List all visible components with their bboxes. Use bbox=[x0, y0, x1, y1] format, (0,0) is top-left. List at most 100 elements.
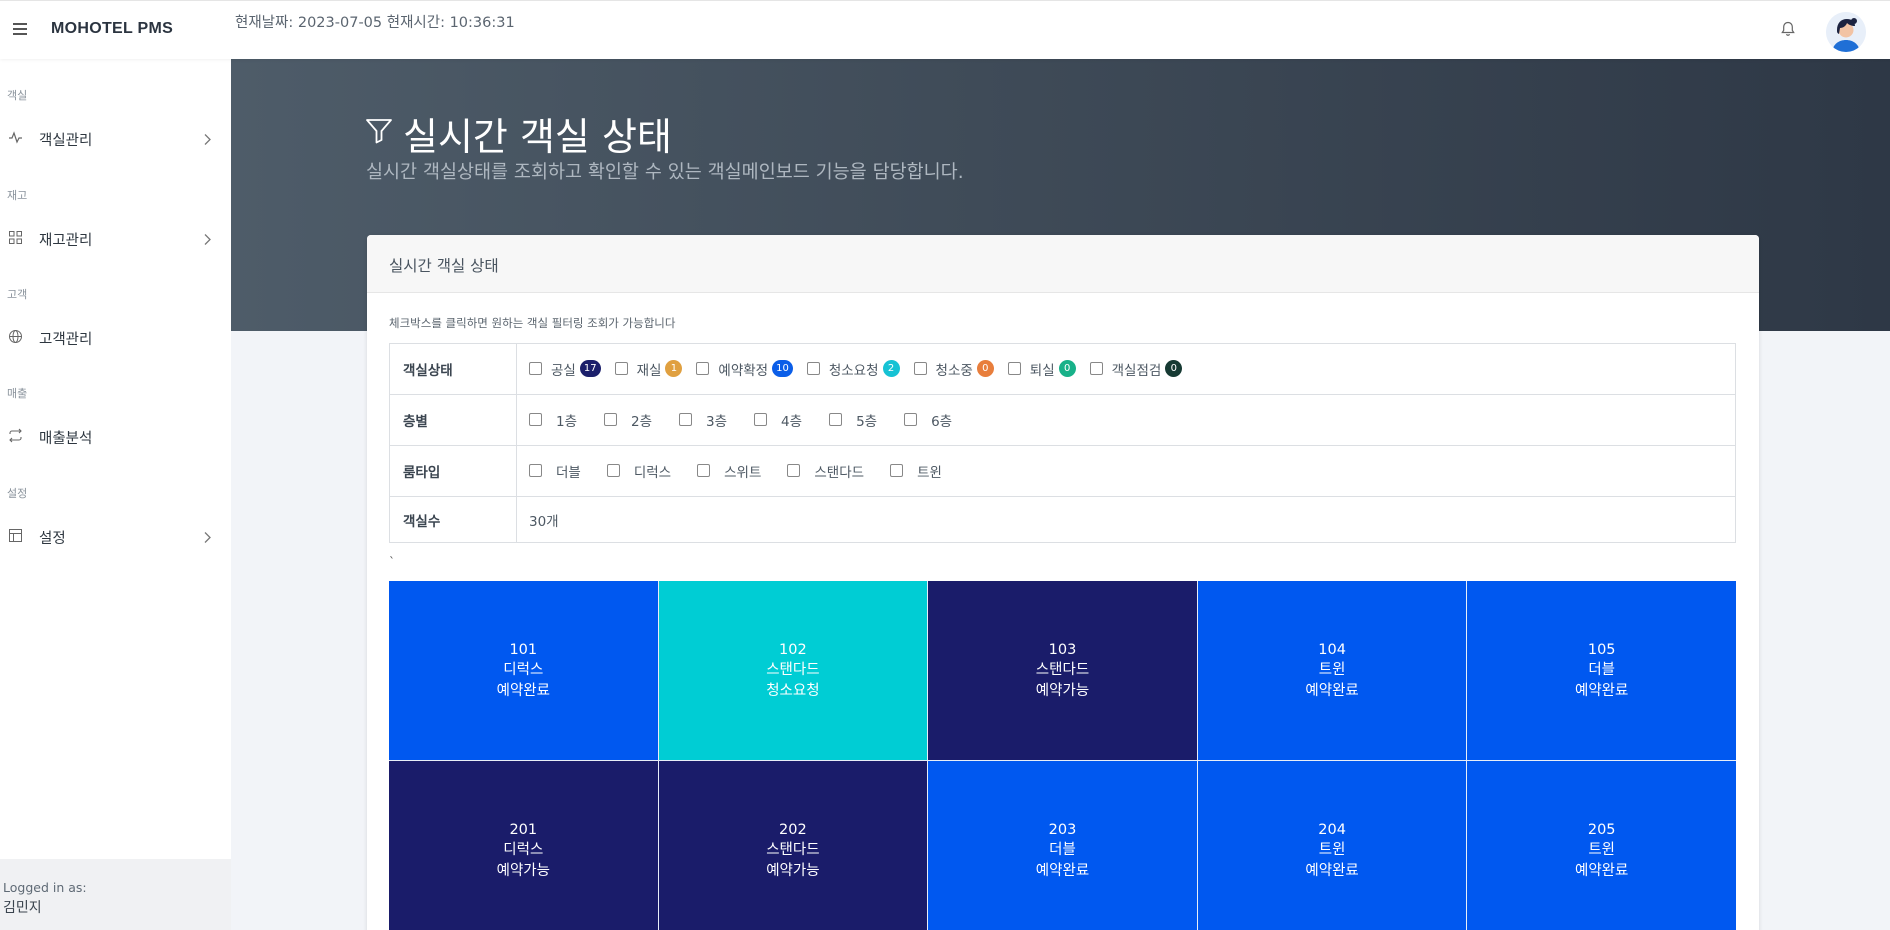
top-bar: MOHOTEL PMS 현재날짜: 2023-07-05 현재시간: 10:36… bbox=[0, 0, 1890, 59]
sidebar-item-customers[interactable]: 고객관리 bbox=[0, 322, 231, 352]
room-tile[interactable]: 102 스탠다드 청소요청 bbox=[658, 581, 928, 760]
repeat-icon bbox=[8, 428, 23, 443]
brand-title[interactable]: MOHOTEL PMS bbox=[51, 20, 173, 38]
status-filter-option[interactable]: 청소요청 2 bbox=[806, 359, 900, 379]
status-option-label: 청소중 bbox=[935, 362, 973, 379]
room-status: 예약완료 bbox=[1305, 862, 1359, 879]
status-option-label: 퇴실 bbox=[1029, 362, 1055, 379]
roomtype-filter-option[interactable]: 트윈 bbox=[890, 461, 946, 481]
filter-row-roomtype: 룸타입 더블 디럭스 스위트 스탠다드 트윈 bbox=[389, 445, 1736, 497]
status-filter-option[interactable]: 객실점검 0 bbox=[1089, 359, 1183, 379]
floor-filter-option[interactable]: 4층 bbox=[754, 410, 806, 430]
floor-checkbox[interactable] bbox=[829, 413, 843, 427]
roomtype-checkbox[interactable] bbox=[890, 464, 904, 478]
status-checkbox[interactable] bbox=[614, 362, 628, 376]
roomtype-option-label: 더블 bbox=[556, 464, 581, 481]
status-filter-option[interactable]: 퇴실 0 bbox=[1007, 359, 1076, 379]
floor-checkbox[interactable] bbox=[904, 413, 918, 427]
sidebar-section-title: 설정 bbox=[7, 487, 28, 500]
status-filter-option[interactable]: 청소중 0 bbox=[913, 359, 994, 379]
roomtype-checkbox[interactable] bbox=[529, 464, 542, 478]
status-checkbox[interactable] bbox=[696, 362, 710, 376]
roomtype-checkbox[interactable] bbox=[787, 464, 801, 478]
chevron-right-icon bbox=[203, 131, 212, 145]
roomtype-filter-option[interactable]: 스탠다드 bbox=[787, 461, 868, 481]
status-option-label: 공실 bbox=[551, 362, 576, 379]
roomtype-filter-option[interactable]: 디럭스 bbox=[606, 461, 675, 481]
status-filter-option[interactable]: 예약확정 10 bbox=[696, 359, 793, 379]
floor-filter-option[interactable]: 5층 bbox=[829, 410, 881, 430]
roomtype-checkbox[interactable] bbox=[697, 464, 711, 478]
hamburger-menu-icon[interactable] bbox=[13, 23, 27, 35]
status-count-badge: 10 bbox=[772, 360, 793, 378]
room-number: 104 bbox=[1318, 641, 1346, 658]
floor-checkbox[interactable] bbox=[529, 413, 542, 427]
sidebar-item-rooms[interactable]: 객실관리 bbox=[0, 123, 231, 153]
sidebar-item-sales[interactable]: 매출분석 bbox=[0, 421, 231, 451]
logged-in-label: Logged in as: bbox=[3, 880, 87, 895]
sidebar-section-title: 고객 bbox=[7, 288, 28, 301]
sidebar-item-inventory[interactable]: 재고관리 bbox=[0, 223, 231, 253]
status-checkbox[interactable] bbox=[806, 362, 820, 376]
floor-filter-option[interactable]: 1층 bbox=[529, 410, 581, 430]
room-grid: 101 디럭스 예약완료 102 스탠다드 청소요청 103 스탠다드 예약가능 104 트윈 예약완… bbox=[389, 581, 1736, 930]
sidebar-section-title: 재고 bbox=[7, 189, 28, 202]
room-status: 예약가능 bbox=[496, 862, 550, 879]
status-checkbox[interactable] bbox=[913, 362, 927, 376]
room-status: 예약가능 bbox=[766, 862, 820, 879]
room-count-value: 30개 bbox=[516, 496, 1736, 543]
roomtype-filter-option[interactable]: 더블 bbox=[529, 461, 585, 481]
status-checkbox[interactable] bbox=[1089, 362, 1103, 376]
room-type: 더블 bbox=[1049, 842, 1076, 859]
status-checkbox[interactable] bbox=[529, 362, 542, 376]
sidebar-section-title: 객실 bbox=[7, 89, 28, 102]
roomtype-options: 더블 디럭스 스위트 스탠다드 트윈 bbox=[516, 445, 1736, 497]
floor-filter-option[interactable]: 6층 bbox=[904, 410, 956, 430]
room-tile[interactable]: 204 트윈 예약완료 bbox=[1197, 761, 1467, 930]
room-tile[interactable]: 201 디럭스 예약가능 bbox=[389, 761, 658, 930]
floor-option-label: 6층 bbox=[931, 413, 953, 430]
status-filter-option[interactable]: 공실 17 bbox=[529, 359, 601, 379]
floor-option-label: 5층 bbox=[856, 413, 878, 430]
room-type: 디럭스 bbox=[503, 662, 544, 679]
room-tile[interactable]: 203 더블 예약완료 bbox=[928, 761, 1197, 930]
room-type: 더블 bbox=[1588, 662, 1616, 679]
room-tile[interactable]: 202 스탠다드 예약가능 bbox=[658, 761, 928, 930]
sidebar-item-settings[interactable]: 설정 bbox=[0, 521, 231, 551]
chevron-right-icon bbox=[203, 231, 212, 245]
floor-checkbox[interactable] bbox=[679, 413, 693, 427]
sidebar-item-label: 고객관리 bbox=[39, 332, 93, 348]
floor-checkbox[interactable] bbox=[604, 413, 618, 427]
roomtype-filter-option[interactable]: 스위트 bbox=[697, 461, 765, 481]
logged-in-panel: Logged in as: 김민지 bbox=[0, 859, 231, 930]
filter-hint: 체크박스를 클릭하면 원하는 객실 필터링 조회가 가능합니다 bbox=[389, 316, 676, 330]
floor-filter-option[interactable]: 2층 bbox=[604, 410, 656, 430]
status-count-badge: 1 bbox=[665, 360, 683, 378]
room-status: 예약완료 bbox=[1305, 682, 1359, 699]
room-number: 203 bbox=[1048, 821, 1077, 838]
status-checkbox[interactable] bbox=[1007, 362, 1021, 376]
status-filter-option[interactable]: 재실 1 bbox=[614, 359, 683, 379]
floor-option-label: 4층 bbox=[781, 413, 803, 430]
room-tile[interactable]: 101 디럭스 예약완료 bbox=[389, 581, 658, 760]
floor-option-label: 2층 bbox=[631, 413, 653, 430]
room-type: 트윈 bbox=[1318, 842, 1346, 859]
logged-in-user: 김민지 bbox=[3, 900, 42, 916]
floor-checkbox[interactable] bbox=[754, 413, 768, 427]
room-tile[interactable]: 205 트윈 예약완료 bbox=[1467, 761, 1736, 930]
filter-row-count: 객실수 30개 bbox=[389, 496, 1736, 543]
bell-icon[interactable] bbox=[1781, 21, 1795, 37]
room-tile[interactable]: 103 스탠다드 예약가능 bbox=[928, 581, 1197, 760]
room-number: 205 bbox=[1587, 821, 1616, 838]
roomtype-checkbox[interactable] bbox=[606, 464, 620, 478]
globe-icon bbox=[8, 329, 23, 344]
room-tile[interactable]: 104 트윈 예약완료 bbox=[1197, 581, 1467, 760]
floor-option-label: 1층 bbox=[556, 413, 578, 430]
room-type: 스탠다드 bbox=[1035, 662, 1090, 679]
card-header: 실시간 객실 상태 bbox=[367, 235, 1759, 293]
status-option-label: 예약확정 bbox=[718, 362, 769, 379]
room-tile[interactable]: 105 더블 예약완료 bbox=[1467, 581, 1736, 760]
layout-icon bbox=[8, 528, 23, 543]
user-avatar[interactable] bbox=[1826, 12, 1866, 52]
floor-filter-option[interactable]: 3층 bbox=[679, 410, 731, 430]
